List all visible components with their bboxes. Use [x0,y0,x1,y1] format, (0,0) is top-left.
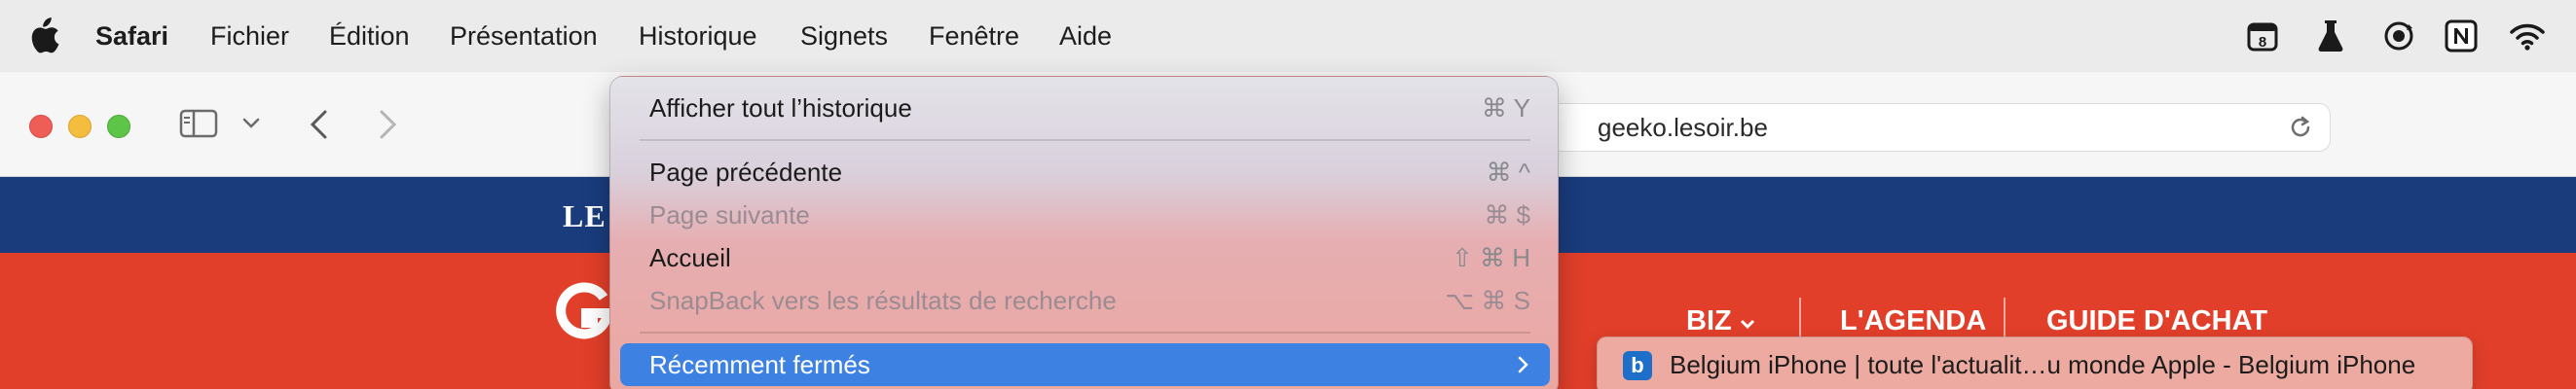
menu-item-show-all-history[interactable]: Afficher tout l’historique ⌘ Y [620,87,1550,129]
back-arrow-icon[interactable] [308,109,331,140]
apple-logo-icon[interactable] [25,18,60,54]
zoom-window-button[interactable] [107,115,130,138]
url-text: geeko.lesoir.be [1598,113,1768,142]
menu-separator [640,139,1530,141]
menu-item-home[interactable]: Accueil ⇧ ⌘ H [620,236,1550,279]
calendar-day: 8 [2259,34,2266,51]
menu-item-shortcut: ⇧ ⌘ H [1451,243,1530,272]
menu-item-shortcut: ⌥ ⌘ S [1445,286,1530,315]
menu-item-next-page: Page suivante ⌘ $ [620,194,1550,236]
menu-item-label: Afficher tout l’historique [649,93,912,123]
menu-item-label: Page suivante [649,200,810,230]
menu-item-label: Accueil [649,243,731,272]
menu-item-previous-page[interactable]: Page précédente ⌘ ^ [620,151,1550,194]
menu-separator [640,332,1530,334]
flask-icon[interactable] [2311,17,2350,55]
nav-biz-label: BIZ [1686,305,1732,336]
menu-item-recently-closed[interactable]: Récemment fermés [620,343,1550,386]
close-window-button[interactable] [29,115,53,138]
menu-item-label: SnapBack vers les résultats de recherche [649,286,1117,315]
menu-item-shortcut: ⌘ Y [1481,93,1530,123]
calendar-icon[interactable]: 8 [2243,17,2282,55]
menu-bar: Safari Fichier Édition Présentation Hist… [0,0,2576,72]
menu-item-label: Récemment fermés [649,350,870,379]
nav-guide-achat[interactable]: GUIDE D'ACHAT [2046,305,2267,337]
menu-fichier[interactable]: Fichier [210,0,289,72]
nav-separator [2004,298,2006,336]
recently-closed-item[interactable]: Belgium iPhone | toute l'actualit…u mond… [1670,337,2415,389]
chevron-right-icon [1518,356,1528,373]
menu-app-safari[interactable]: Safari [95,0,168,72]
chevron-down-icon [1740,319,1754,330]
menu-fenetre[interactable]: Fenêtre [929,0,1019,72]
forward-arrow-icon[interactable] [376,109,399,140]
menu-presentation[interactable]: Présentation [450,0,598,72]
menu-item-label: Page précédente [649,158,843,187]
chevron-down-icon[interactable] [241,117,261,130]
geeko-logo-icon[interactable] [553,278,615,340]
recently-closed-submenu: b Belgium iPhone | toute l'actualit…u mo… [1597,336,2473,389]
site-brand[interactable]: LE [563,198,607,234]
notion-icon[interactable] [2442,17,2481,55]
sidebar-toggle-icon[interactable] [179,109,218,138]
menu-aide[interactable]: Aide [1059,0,1112,72]
menu-signets[interactable]: Signets [800,0,888,72]
menu-item-snapback: SnapBack vers les résultats de recherche… [620,279,1550,322]
address-bar[interactable]: geeko.lesoir.be [1538,103,2331,152]
menu-item-shortcut: ⌘ $ [1484,200,1530,230]
historique-menu: Afficher tout l’historique ⌘ Y Page préc… [609,76,1559,389]
wifi-icon[interactable] [2508,17,2547,55]
belgium-iphone-favicon-icon: b [1623,351,1652,380]
minimize-window-button[interactable] [68,115,92,138]
nav-agenda[interactable]: L'AGENDA [1840,305,1986,337]
menu-edition[interactable]: Édition [329,0,410,72]
menu-historique[interactable]: Historique [617,0,779,72]
nav-separator [1799,298,1801,336]
nav-biz[interactable]: BIZ [1686,305,1755,337]
reload-icon[interactable] [2287,114,2314,141]
sync-icon[interactable] [2379,17,2418,55]
menu-item-shortcut: ⌘ ^ [1486,158,1530,187]
